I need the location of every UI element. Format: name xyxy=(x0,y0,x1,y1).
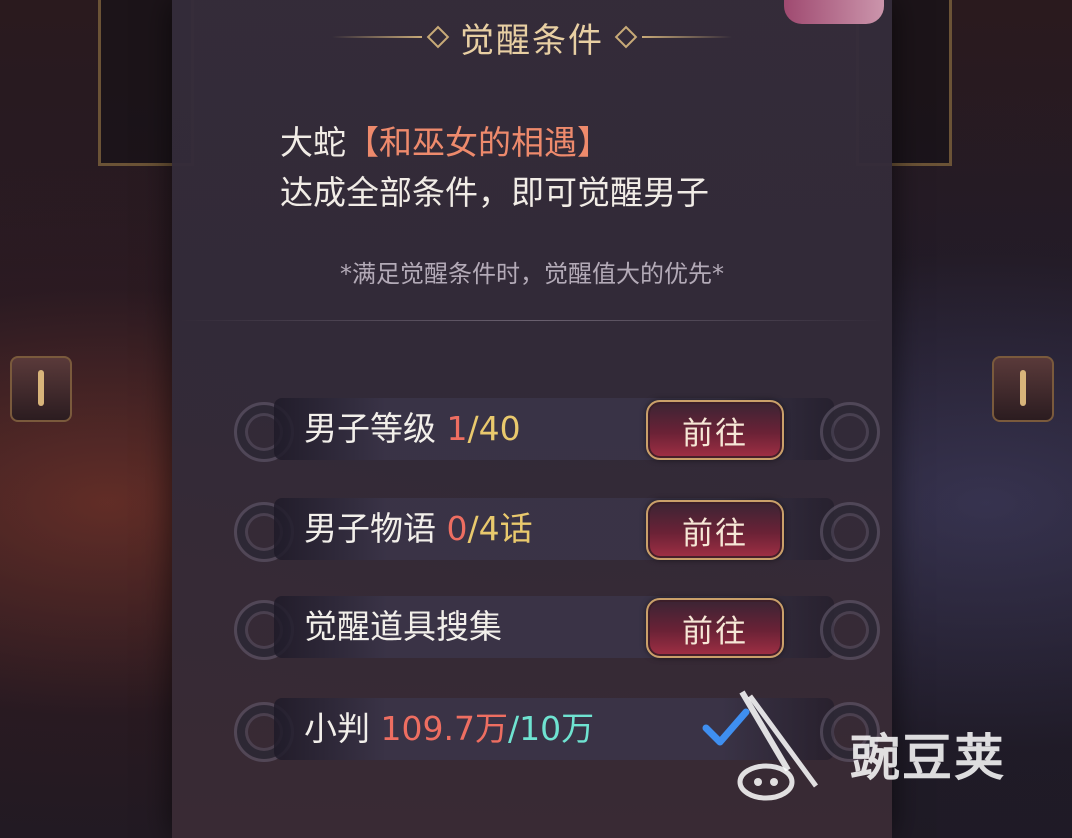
coins-current-value: 109.7万 xyxy=(380,709,508,748)
watermark-text: 豌豆荚 xyxy=(850,729,1006,787)
panel-title: 觉醒条件 xyxy=(460,20,604,61)
character-name: 大蛇 xyxy=(280,123,346,162)
wandoujia-logo-icon xyxy=(737,690,819,801)
title-divider-left xyxy=(332,36,422,38)
description-line-2: 达成全部条件，即可觉醒男子 xyxy=(280,173,709,212)
story-current-value: 0 xyxy=(446,509,468,548)
section-divider xyxy=(180,320,884,321)
background-side-icon-left xyxy=(10,356,72,422)
watermark: 豌豆荚 xyxy=(700,690,1060,810)
go-button-items[interactable]: 前往 xyxy=(646,598,784,658)
go-button-level[interactable]: 前往 xyxy=(646,400,784,460)
story-target-value: 4 xyxy=(478,509,500,548)
condition-label-items: 觉醒道具搜集 xyxy=(304,607,502,646)
title-ornament-left-icon xyxy=(426,25,450,49)
level-target-value: 40 xyxy=(478,409,521,448)
condition-row-level: 男子等级 1/40 前往 xyxy=(234,398,880,462)
awakening-description: 大蛇【和巫女的相遇】 达成全部条件，即可觉醒男子 xyxy=(280,118,840,218)
go-button-story[interactable]: 前往 xyxy=(646,500,784,560)
condition-label-coins: 小判 109.7万/10万 xyxy=(304,709,595,748)
coins-target-value: 10万 xyxy=(519,709,595,748)
level-current-value: 1 xyxy=(446,409,468,448)
condition-row-items: 觉醒道具搜集 前往 xyxy=(234,596,880,660)
swirl-ornament-right-icon xyxy=(820,502,880,562)
title-divider-right xyxy=(642,36,732,38)
story-title: 【和巫女的相遇】 xyxy=(346,123,610,162)
condition-label-level: 男子等级 1/40 xyxy=(304,409,521,448)
background-side-icon-right xyxy=(992,356,1054,422)
swirl-ornament-right-icon xyxy=(820,600,880,660)
condition-label-story: 男子物语 0/4话 xyxy=(304,509,533,548)
panel-title-row: 觉醒条件 xyxy=(172,12,892,62)
description-line-1: 大蛇【和巫女的相遇】 xyxy=(280,118,840,168)
condition-row-story: 男子物语 0/4话 前往 xyxy=(234,498,880,562)
priority-note: *满足觉醒条件时，觉醒值大的优先* xyxy=(340,260,724,288)
title-ornament-right-icon xyxy=(614,25,638,49)
swirl-ornament-right-icon xyxy=(820,402,880,462)
